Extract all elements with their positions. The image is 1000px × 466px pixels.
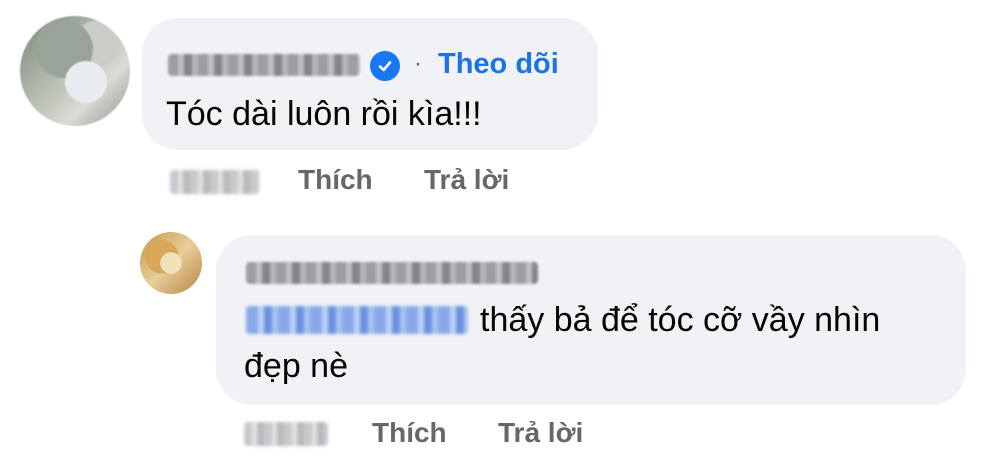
comment-text: Tóc dài luôn rồi kìa!!!	[166, 95, 482, 133]
verified-badge-icon	[370, 51, 400, 81]
like-button[interactable]: Thích	[298, 164, 373, 196]
reply-like-button[interactable]: Thích	[372, 417, 447, 449]
commenter-name-blurred[interactable]	[168, 54, 360, 76]
replier-name-blurred[interactable]	[246, 262, 538, 284]
reply-text-line1: thấy bả để tóc cỡ vầy nhìn	[480, 301, 881, 339]
replier-avatar[interactable]	[140, 232, 202, 294]
comment-timestamp-blurred[interactable]	[170, 170, 260, 194]
follow-button[interactable]: Theo dõi	[438, 48, 559, 81]
mention-link-blurred[interactable]	[246, 306, 468, 334]
commenter-avatar[interactable]	[20, 16, 130, 126]
reply-reply-button[interactable]: Trả lời	[498, 417, 583, 449]
reply-text-line2: đẹp nè	[244, 347, 348, 385]
reply-timestamp-blurred[interactable]	[244, 422, 328, 446]
separator-dot: ·	[414, 50, 422, 77]
reply-button[interactable]: Trả lời	[424, 164, 509, 196]
